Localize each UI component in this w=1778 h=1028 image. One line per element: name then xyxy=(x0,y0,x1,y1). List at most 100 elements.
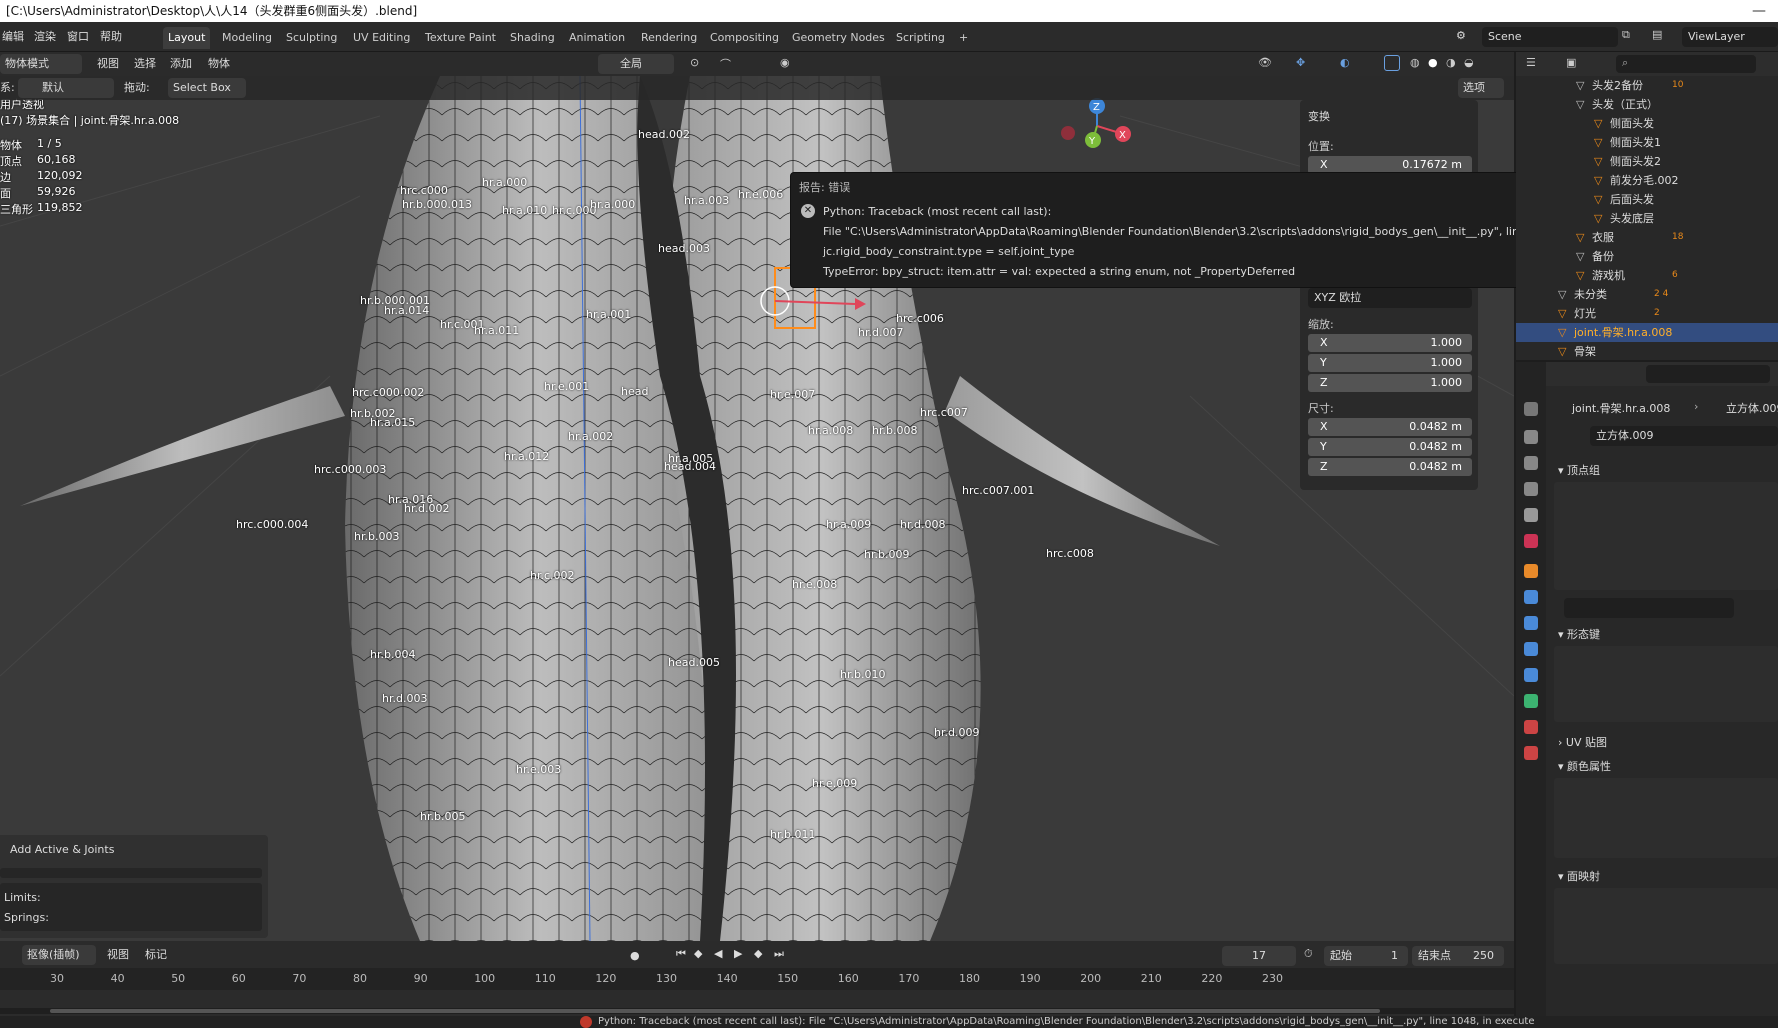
view-layer-selector[interactable]: ViewLayer xyxy=(1682,27,1778,47)
menu-window[interactable]: 窗口 xyxy=(67,22,89,52)
add-workspace-button[interactable]: + xyxy=(954,27,973,49)
keying-mode-dropdown[interactable]: 抠像(插帧) xyxy=(22,945,96,965)
outliner-item[interactable]: ▽ 侧面头发2 xyxy=(1516,152,1778,171)
outliner-item[interactable]: ▽ 灯光 2 xyxy=(1516,304,1778,323)
timeline-menu-marker[interactable]: 标记 xyxy=(145,941,167,969)
xray-icon[interactable] xyxy=(1384,55,1400,71)
copy-icon[interactable]: ⧉ xyxy=(1622,28,1638,44)
tab-sculpting[interactable]: Sculpting xyxy=(281,27,342,49)
outliner-item[interactable]: ▽ 骨架 xyxy=(1516,342,1778,361)
outliner-item[interactable]: ▽ 头发2备份 10 xyxy=(1516,76,1778,95)
outliner-item[interactable]: ▽ 侧面头发 xyxy=(1516,114,1778,133)
tab-shading[interactable]: Shading xyxy=(505,27,560,49)
texture-tab-icon[interactable] xyxy=(1524,746,1538,760)
tab-modeling[interactable]: Modeling xyxy=(217,27,277,49)
play-icon[interactable]: ▶ xyxy=(734,947,742,960)
transform-orientation-dropdown[interactable]: 全局 xyxy=(598,54,674,74)
face-maps-list[interactable] xyxy=(1554,888,1778,964)
mode-dropdown[interactable]: 物体模式 xyxy=(0,54,82,74)
dim-x-field[interactable]: X 0.0482 m xyxy=(1308,418,1472,436)
vertex-groups-section[interactable]: ▾ 顶点组 xyxy=(1558,462,1600,478)
output-tab-icon[interactable] xyxy=(1524,456,1538,470)
tab-uv-editing[interactable]: UV Editing xyxy=(348,27,415,49)
display-mode-icon[interactable]: ▣ xyxy=(1566,56,1576,69)
render-tab-icon[interactable] xyxy=(1524,430,1538,444)
navigation-gizmo[interactable]: Z X Y xyxy=(1061,98,1131,148)
shape-keys-list[interactable] xyxy=(1554,646,1778,722)
next-keyframe-icon[interactable]: ◆ xyxy=(754,947,762,960)
visibility-icon[interactable]: 👁 xyxy=(1258,56,1272,69)
mesh-name-field[interactable]: 立方体.009 xyxy=(1590,426,1778,446)
uv-maps-section[interactable]: › UV 贴图 xyxy=(1558,734,1607,750)
current-frame-field[interactable]: 17 xyxy=(1222,946,1296,966)
vertex-group-filter-input[interactable] xyxy=(1564,598,1734,618)
overlay-icon[interactable]: ◐ xyxy=(1340,56,1350,69)
outliner-item[interactable]: ▽ 后面头发 xyxy=(1516,190,1778,209)
object-tab-icon[interactable] xyxy=(1524,564,1538,578)
vertex-groups-list[interactable] xyxy=(1554,482,1778,590)
dim-y-field[interactable]: Y 0.0482 m xyxy=(1308,438,1472,456)
outliner-item[interactable]: ▽ 头发（正式） xyxy=(1516,95,1778,114)
outliner-item[interactable]: ▽ 侧面头发1 xyxy=(1516,133,1778,152)
menu-select[interactable]: 选择 xyxy=(134,52,156,76)
operator-title[interactable]: Add Active & Joints xyxy=(10,843,114,856)
tab-layout[interactable]: Layout xyxy=(163,27,211,49)
prev-keyframe-icon[interactable]: ◆ xyxy=(694,947,702,960)
record-icon[interactable]: ● xyxy=(630,949,640,962)
menu-render[interactable]: 渲染 xyxy=(34,22,56,52)
wireframe-shading-icon[interactable]: ◍ xyxy=(1410,56,1420,69)
stopwatch-icon[interactable]: ⏱ xyxy=(1304,947,1313,961)
particles-tab-icon[interactable] xyxy=(1524,616,1538,630)
scale-y-field[interactable]: Y 1.000 xyxy=(1308,354,1472,372)
tab-geometry-nodes[interactable]: Geometry Nodes xyxy=(787,27,890,49)
scene-tab-icon[interactable] xyxy=(1524,508,1538,522)
scrollbar-thumb[interactable] xyxy=(50,1009,1380,1013)
solid-shading-icon[interactable]: ● xyxy=(1428,56,1438,69)
material-shading-icon[interactable]: ◑ xyxy=(1446,56,1456,69)
scene-selector[interactable]: Scene xyxy=(1482,27,1618,47)
properties-search-input[interactable] xyxy=(1646,365,1770,383)
start-frame-field[interactable]: 起始 1 xyxy=(1324,946,1408,966)
menu-add[interactable]: 添加 xyxy=(170,52,192,76)
outliner-item[interactable]: ▽ 游戏机 6 xyxy=(1516,266,1778,285)
menu-edit[interactable]: 编辑 xyxy=(2,22,24,52)
tool-tab-icon[interactable] xyxy=(1524,402,1538,416)
snap-icon[interactable]: ⌒ xyxy=(720,56,731,72)
menu-help[interactable]: 帮助 xyxy=(100,22,122,52)
outliner-search-input[interactable] xyxy=(1616,55,1756,73)
coord-system-dropdown[interactable]: 默认 xyxy=(18,78,114,98)
outliner-item[interactable]: ▽ 头发底层 xyxy=(1516,209,1778,228)
physics-tab-icon[interactable] xyxy=(1524,642,1538,656)
minimize-button[interactable]: — xyxy=(1752,0,1766,22)
operator-field[interactable] xyxy=(0,868,262,878)
shape-keys-section[interactable]: ▾ 形态键 xyxy=(1558,626,1600,642)
dim-z-field[interactable]: Z 0.0482 m xyxy=(1308,458,1472,476)
jump-end-icon[interactable]: ⏭ xyxy=(774,947,784,961)
material-tab-icon[interactable] xyxy=(1524,720,1538,734)
color-attributes-section[interactable]: ▾ 颜色属性 xyxy=(1558,758,1611,774)
scale-x-field[interactable]: X 1.000 xyxy=(1308,334,1472,352)
view-layer-tab-icon[interactable] xyxy=(1524,482,1538,496)
tab-scripting[interactable]: Scripting xyxy=(891,27,950,49)
tab-animation[interactable]: Animation xyxy=(564,27,630,49)
drag-select-dropdown[interactable]: Select Box xyxy=(168,78,246,98)
jump-start-icon[interactable]: ⏮ xyxy=(676,947,686,961)
play-reverse-icon[interactable]: ◀ xyxy=(714,947,722,960)
data-tab-icon[interactable] xyxy=(1524,694,1538,708)
tab-rendering[interactable]: Rendering xyxy=(636,27,702,49)
modifier-tab-icon[interactable] xyxy=(1524,590,1538,604)
end-frame-field[interactable]: 结束点 250 xyxy=(1412,946,1504,966)
outliner-item[interactable]: ▽ joint.骨架.hr.a.008 xyxy=(1516,323,1778,342)
rotation-mode-dropdown[interactable]: XYZ 欧拉 xyxy=(1308,288,1472,308)
menu-object[interactable]: 物体 xyxy=(208,52,230,76)
tab-texture-paint[interactable]: Texture Paint xyxy=(420,27,501,49)
color-attributes-list[interactable] xyxy=(1554,778,1778,858)
gizmo-icon[interactable]: ✥ xyxy=(1296,56,1305,69)
outliner-item[interactable]: ▽ 未分类 2 4 xyxy=(1516,285,1778,304)
timeline-menu-view[interactable]: 视图 xyxy=(107,941,129,969)
outliner-item[interactable]: ▽ 前发分毛.002 xyxy=(1516,171,1778,190)
rendered-shading-icon[interactable]: ◒ xyxy=(1464,56,1474,69)
face-maps-section[interactable]: ▾ 面映射 xyxy=(1558,868,1600,884)
options-dropdown[interactable]: 选项 xyxy=(1458,78,1504,98)
constraints-tab-icon[interactable] xyxy=(1524,668,1538,682)
